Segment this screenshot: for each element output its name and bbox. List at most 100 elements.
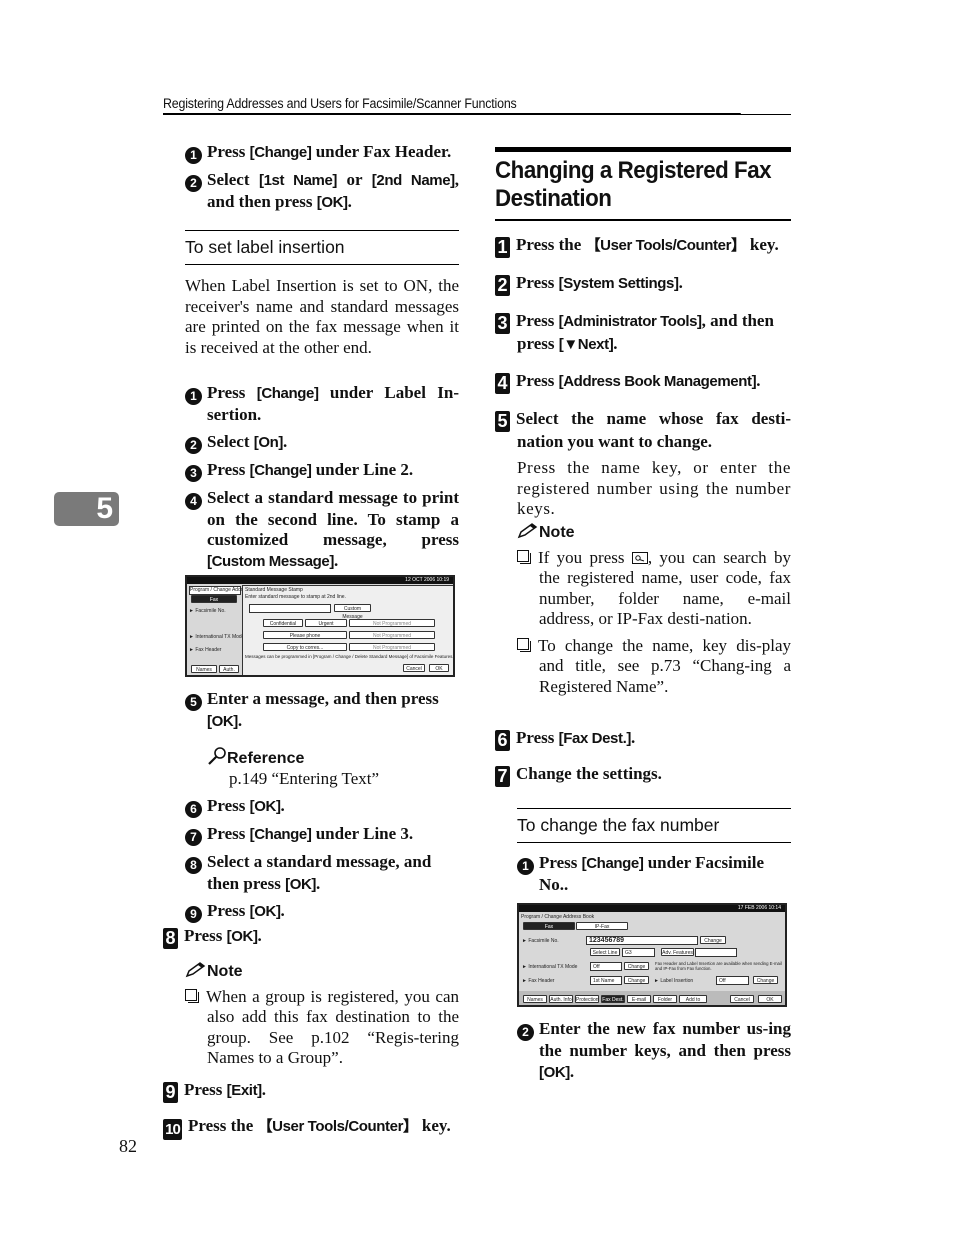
select-line-button: Select Line [590,948,620,956]
screen-tab-ipfax: IP-Fax [576,922,628,930]
substep: 1 Press [Change] under Facsimile No.. [517,853,791,896]
line-field: G3 [622,948,655,957]
screen-names-tab: Names [191,665,217,673]
screen-tab-add-group: Add to Group [679,995,707,1003]
running-header: Registering Addresses and Users for Facs… [163,96,741,114]
substep: 8 Select a standard message, and then pre… [185,852,459,896]
substep: 5 Enter a message, and then press [OK]. [185,689,459,733]
checkbox-bullet-icon [185,988,199,1003]
reference-text: p.149 “Entering Text” [229,769,380,788]
step-number-6: 6 [185,800,202,818]
dialog-title: Standard Message Stamp [245,587,303,593]
fax-header-field: 1st Name [590,976,622,985]
message-copy: Copy to corres... [263,643,347,651]
screen-date: 17 FEB 2006 10:14 [519,905,785,912]
screen-tab-folder: Folder [653,995,677,1003]
screen-label: ► Label Insertion [654,978,694,984]
checkbox-bullet-icon [517,637,531,652]
step-number-9: 9 [185,906,202,923]
screenshot-address-book: 17 FEB 2006 10:14 Program / Change Addre… [517,903,787,1007]
note-heading: Note [517,523,791,544]
pencil-icon [185,962,206,978]
step-number-icon: 3 [495,313,510,334]
title-top-rule [495,147,791,152]
dialog-footer-note: Messages can be programmed in [Program /… [245,654,454,659]
substep: 7 Press [Change] under Line 3. [185,824,459,846]
fax-number-heading: To change the fax number [517,808,791,843]
screen-change-button: Change [700,936,726,944]
note-item: If you press , you can search by the reg… [517,548,791,630]
screen-sidebar-item: ► Fax Header [189,647,222,653]
substep: 1 Press [Change] under Fax Header. [185,142,459,164]
step-number-2: 2 [517,1024,534,1041]
step-number-icon: 1 [495,237,510,258]
screen-date: 12 OCT 2006 10:19 [187,577,453,584]
label-insertion-heading: To set label insertion [185,230,459,265]
step-number-1: 1 [185,388,202,405]
screen-change-button: Change [753,976,778,984]
screen-change-button: Change [624,976,649,984]
substep: 2 Select [On]. [185,432,459,454]
step-number-8: 8 [185,856,202,874]
label-insertion-paragraph: When Label Insertion is set to ON, the r… [185,276,459,357]
unprogrammed-slot: Not Programmed [349,643,435,651]
pencil-icon [517,523,538,539]
step-number-4: 4 [185,492,202,510]
dialog-prompt: Enter standard message to stamp at 2nd l… [245,594,346,600]
note-item: When a group is registered, you can also… [185,987,459,1069]
note-item: To change the name, key dis-play and tit… [517,636,791,698]
step-number-1: 1 [517,858,534,875]
checkbox-bullet-icon [517,549,531,564]
step-number-1: 1 [185,147,202,164]
fax-number-field: 123456789 [586,936,698,945]
screen-title: Program / Change Address Book [521,914,595,920]
screen-sidebar-item: ► Facsimile No. [189,608,226,614]
screen-ok-button: OK [758,995,782,1003]
substep: 2 Enter the new fax number us-ing the num… [517,1019,791,1083]
screen-info-text: Fax Header and Label Insertion are avail… [655,961,782,971]
screen-label: ► Fax Header [522,978,555,984]
screen-cancel-button: Cancel [730,995,754,1003]
substep: 1 Press [Change] under Label In-sertion. [185,383,459,426]
step-number-icon: 4 [495,372,510,394]
screen-ok-button: OK [429,664,449,672]
screen-tab-email: E-mail [627,995,651,1003]
substep: 2 Select [1st Name] or [2nd Name], and th… [185,170,459,214]
step-number-7: 7 [185,828,202,846]
adv-features-field [695,948,737,957]
title-bottom-rule [495,219,791,221]
screen-dialog: Standard Message Stamp Enter standard me… [242,585,454,675]
step-number-5: 5 [185,694,202,711]
step-number-icon: 8 [163,928,178,949]
screen-fax-tab: Fax [191,595,237,603]
custom-message-button: Custom Message [334,604,371,620]
message-please-phone: Please phone [263,631,347,639]
step-number-2: 2 [185,175,202,192]
note-block-left: Note When a group is registered, you can… [185,962,459,1069]
adv-features-button: Adv. Features [661,948,694,956]
screen-tab-protection: Protection [575,995,599,1003]
screen-tab-auth: Auth. Info [549,995,573,1003]
header-rule [163,114,791,115]
screen-sidebar-title: Program / Change Address [189,586,251,595]
message-confidential: Confidential [263,619,303,627]
step5-paragraph: Press the name key, or enter the registe… [517,458,791,518]
main-step-9: 9 Press [Exit]. [163,1080,463,1103]
screen-tab-fax-dest: Fax Dest. [601,995,625,1003]
main-step: 1 Press the 【User Tools/Counter】 key. [495,235,791,258]
substep: 3 Press [Change] under Line 2. [185,460,459,482]
main-step-10: 10 Press the 【User Tools/Counter】 key. [163,1116,473,1140]
magnifier-icon [208,746,226,765]
main-step: 5 Select the name whose fax desti-nation … [495,409,791,453]
main-step: 2 Press [System Settings]. [495,273,791,296]
step-number-3: 3 [185,464,202,482]
screen-label: ► Facsimile No. [522,938,559,944]
screen-cancel-button: Cancel [403,664,425,672]
substep: 9 Press [OK]. [185,901,459,923]
step-number-icon: 2 [495,275,510,296]
note-heading: Note [185,962,459,983]
step-number-2: 2 [185,436,202,454]
main-step-6: 6 Press [Fax Dest.]. [495,728,791,751]
fax-header-steps: 1 Press [Change] under Fax Header. 2 Selec… [185,142,459,214]
screen-sidebar-item: ► International TX Mode [189,634,245,640]
